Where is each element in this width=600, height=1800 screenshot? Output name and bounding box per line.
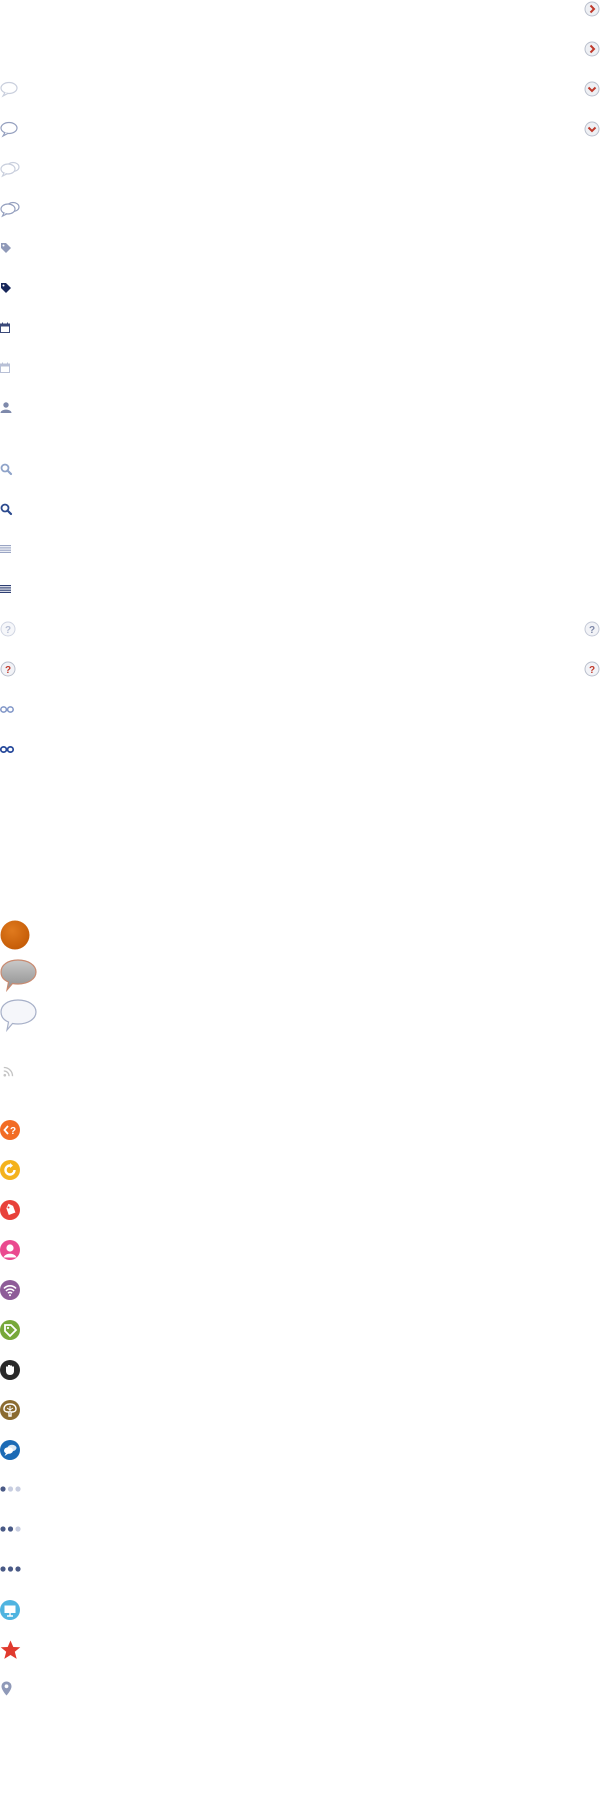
tree-tile-icon bbox=[0, 1400, 20, 1420]
list-lines-icon bbox=[0, 585, 11, 593]
comment-bubble-icon bbox=[0, 121, 18, 138]
chevron-right-button-icon[interactable] bbox=[584, 41, 600, 57]
help-circle-icon: ? bbox=[0, 661, 16, 677]
calendar-icon bbox=[0, 322, 10, 333]
person-icon bbox=[0, 402, 12, 413]
comments-icon bbox=[0, 201, 20, 218]
presentation-tile-icon bbox=[0, 1600, 20, 1620]
code-tile-icon: ? bbox=[0, 1120, 20, 1140]
help-circle-pale-icon: ? bbox=[0, 621, 16, 637]
chat-tile-icon bbox=[0, 1440, 20, 1460]
wifi-tile-icon bbox=[0, 1280, 20, 1300]
chevron-right-button-icon[interactable] bbox=[584, 1, 600, 17]
hand-tile-icon bbox=[0, 1360, 20, 1380]
speech-bubble-gray-icon bbox=[0, 959, 37, 993]
chevron-down-button-icon[interactable] bbox=[584, 121, 600, 137]
tag-tile-icon bbox=[0, 1200, 20, 1220]
list-lines-pale-icon bbox=[0, 545, 11, 553]
refresh-tile-icon bbox=[0, 1160, 20, 1180]
chevron-down-button-icon[interactable] bbox=[584, 81, 600, 97]
search-pale-icon bbox=[0, 463, 13, 476]
star-icon bbox=[0, 1640, 21, 1660]
svg-text:?: ? bbox=[589, 665, 595, 676]
speech-bubble-white-icon bbox=[0, 999, 37, 1033]
pager-1-of-3-icon bbox=[0, 1486, 22, 1492]
map-pin-icon bbox=[1, 1681, 12, 1696]
search-icon bbox=[0, 503, 13, 516]
rss-icon bbox=[3, 1066, 14, 1077]
tag-dark-icon bbox=[0, 282, 12, 294]
comment-bubble-pale-icon bbox=[0, 81, 18, 98]
pager-2-of-3-icon bbox=[0, 1526, 22, 1532]
svg-text:?: ? bbox=[589, 625, 595, 636]
infinity-icon bbox=[0, 746, 15, 753]
infinity-pale-icon bbox=[0, 706, 14, 713]
help-button-pale-icon[interactable]: ? bbox=[584, 621, 600, 637]
tag-icon bbox=[0, 242, 12, 254]
tag-green-tile-icon bbox=[0, 1320, 20, 1340]
pager-3-of-3-icon bbox=[0, 1566, 22, 1572]
orange-disc-icon bbox=[0, 920, 30, 950]
help-button-icon[interactable]: ? bbox=[584, 661, 600, 677]
svg-text:?: ? bbox=[5, 665, 11, 676]
comments-pale-icon bbox=[0, 161, 20, 178]
svg-text:?: ? bbox=[5, 625, 11, 636]
user-tile-icon bbox=[0, 1240, 20, 1260]
svg-text:?: ? bbox=[10, 1126, 16, 1137]
calendar-pale-icon bbox=[0, 362, 10, 373]
